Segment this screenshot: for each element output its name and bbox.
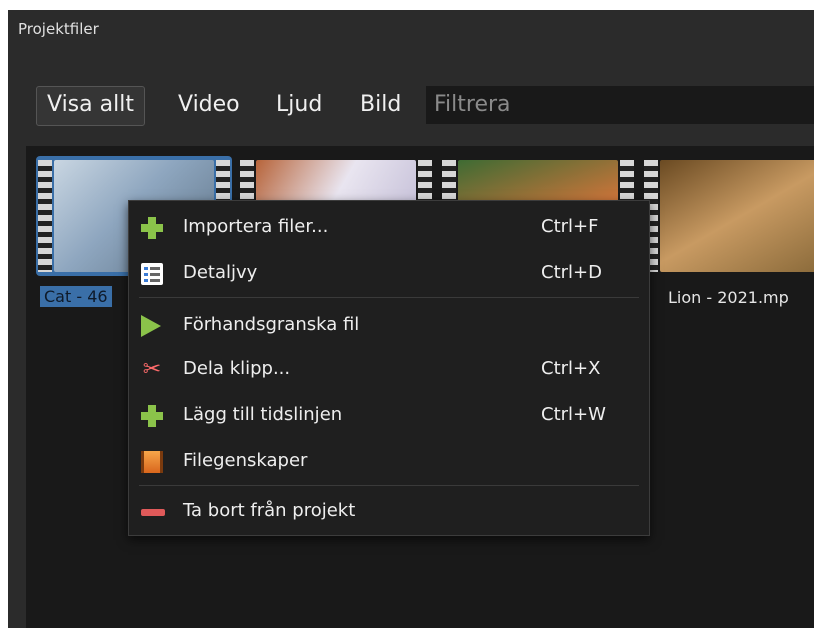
play-icon [141, 315, 161, 337]
menu-item-file-properties[interactable]: Filegenskaper [129, 441, 649, 481]
minus-icon [141, 501, 165, 523]
film-icon [141, 451, 163, 473]
menu-item-label: Detaljvy [183, 262, 258, 283]
menu-item-shortcut: Ctrl+W [541, 404, 606, 425]
menu-item-shortcut: Ctrl+D [541, 262, 602, 283]
menu-item-preview-file[interactable]: Förhandsgranska fil [129, 305, 649, 345]
file-thumbnail-lion[interactable] [642, 156, 814, 276]
menu-item-shortcut: Ctrl+X [541, 358, 601, 379]
menu-item-label: Ta bort från projekt [183, 500, 356, 521]
menu-item-remove-from-project[interactable]: Ta bort från projekt [129, 491, 649, 531]
menu-item-label: Lägg till tidslinjen [183, 404, 343, 425]
plus-icon [141, 405, 163, 427]
file-label-lion[interactable]: Lion - 2021.mp [668, 288, 789, 307]
menu-item-label: Filegenskaper [183, 450, 308, 471]
menu-item-import-files[interactable]: Importera filer... Ctrl+F [129, 207, 649, 247]
filter-show-all-button[interactable]: Visa allt [36, 86, 145, 126]
plus-icon [141, 217, 163, 239]
thumbnail-image [660, 160, 814, 272]
menu-item-add-to-timeline[interactable]: Lägg till tidslinjen Ctrl+W [129, 395, 649, 435]
film-strip-icon [38, 160, 52, 272]
menu-separator [139, 485, 639, 486]
menu-item-split-clip[interactable]: ✂ Dela klipp... Ctrl+X [129, 349, 649, 389]
menu-item-label: Förhandsgranska fil [183, 314, 360, 335]
filter-input[interactable]: Filtrera [426, 86, 814, 124]
file-label-cat[interactable]: Cat - 46 [40, 286, 112, 307]
menu-item-label: Importera filer... [183, 216, 329, 237]
details-view-icon [141, 263, 163, 285]
context-menu: Importera filer... Ctrl+F Detaljvy Ctrl+… [128, 200, 650, 536]
menu-separator [139, 297, 639, 298]
panel-title: Projektfiler [18, 20, 99, 38]
menu-item-details-view[interactable]: Detaljvy Ctrl+D [129, 253, 649, 293]
menu-item-label: Dela klipp... [183, 358, 291, 379]
filter-video-button[interactable]: Video [168, 86, 250, 124]
scissors-icon: ✂ [142, 357, 162, 382]
filter-audio-button[interactable]: Ljud [266, 86, 332, 124]
menu-item-shortcut: Ctrl+F [541, 216, 599, 237]
filter-image-button[interactable]: Bild [350, 86, 411, 124]
filter-bar: Visa allt Video Ljud Bild Filtrera [8, 80, 814, 130]
